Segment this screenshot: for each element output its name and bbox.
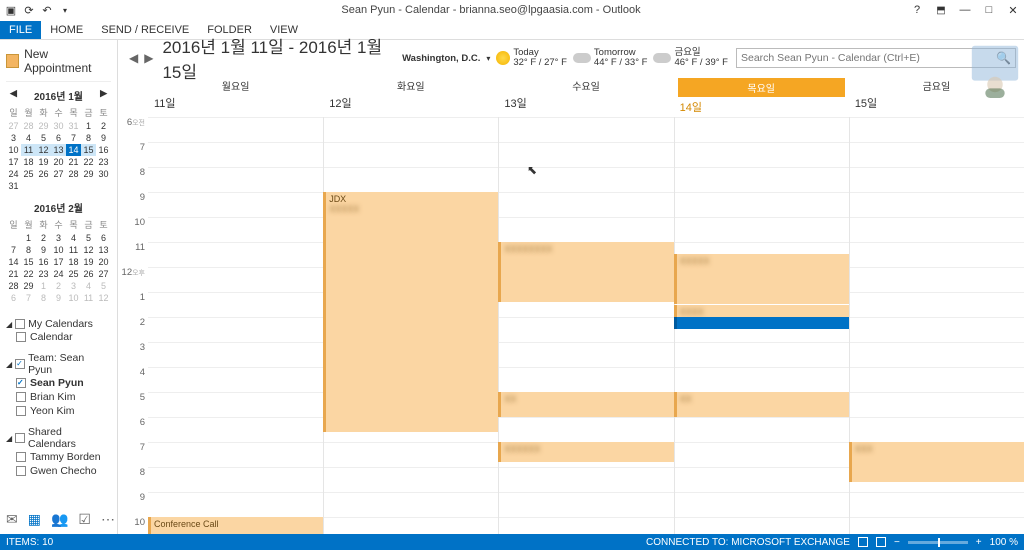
search-icon[interactable]: 🔍	[996, 51, 1011, 65]
event-item[interactable]: XX	[674, 392, 849, 417]
help-icon[interactable]: ?	[910, 3, 924, 17]
day-header-row: 월요일11일 화요일12일 수요일13일 목요일14일 금요일15일	[118, 76, 1024, 117]
zoom-level: 100 %	[990, 537, 1018, 548]
maximize-icon[interactable]: □	[982, 3, 996, 17]
minimize-icon[interactable]: ―	[958, 3, 972, 17]
event-conference-call[interactable]: Conference Call	[148, 517, 323, 534]
checkbox[interactable]	[16, 392, 26, 402]
event-item[interactable]: XXXXXXXX	[498, 242, 673, 302]
checkbox[interactable]	[15, 359, 25, 369]
mini-calendar-grid[interactable]: 일월화수목금토 123456 78910111213 1415161718192…	[6, 217, 111, 304]
group-shared[interactable]: ◢Shared Calendars	[6, 426, 111, 450]
mini-calendar-january: ◀ 2016년 1월 ▶ 일월화수목금토 272829303112 3456789 …	[6, 86, 111, 192]
cloud-icon	[653, 53, 671, 63]
nav-calendar-icon[interactable]: ▦	[28, 511, 41, 528]
zoom-in-icon[interactable]: +	[976, 537, 982, 548]
time-gutter: 6오전 789 1011 12오후 123 456 789 1011	[118, 117, 148, 534]
checkbox[interactable]	[15, 319, 25, 329]
appointment-icon	[6, 54, 19, 68]
search-box[interactable]: 🔍	[736, 48, 1016, 68]
calendar-item-gwen[interactable]: Gwen Checho	[6, 464, 111, 478]
status-items: ITEMS: 10	[6, 537, 53, 548]
new-appointment-label: New Appointment	[24, 47, 111, 75]
next-week-icon[interactable]: ▶	[141, 51, 156, 65]
prev-month-icon[interactable]: ◀	[10, 88, 17, 99]
calendar-item-sean[interactable]: Sean Pyun	[6, 376, 111, 390]
group-team[interactable]: ◢Team: Sean Pyun	[6, 352, 111, 376]
qat-undo-icon[interactable]: ↶	[40, 3, 54, 17]
outlook-icon: ▣	[4, 3, 18, 17]
group-my-calendars[interactable]: ◢My Calendars	[6, 318, 111, 330]
view-normal-icon[interactable]	[858, 537, 868, 547]
calendar-item-yeon[interactable]: Yeon Kim	[6, 404, 111, 418]
window-title: Sean Pyun - Calendar - brianna.seo@lpgaa…	[72, 4, 910, 16]
checkbox[interactable]	[16, 406, 26, 416]
tab-home[interactable]: HOME	[41, 21, 92, 39]
cloud-icon	[573, 53, 591, 63]
event-item[interactable]: XXXXX	[674, 254, 849, 304]
weather-bar[interactable]: Washington, D.C.▾ Today32° F / 27° F Tom…	[402, 48, 728, 69]
checkbox[interactable]	[16, 452, 26, 462]
sun-icon	[496, 51, 510, 65]
prev-week-icon[interactable]: ◀	[126, 51, 141, 65]
zoom-slider[interactable]	[908, 541, 968, 544]
calendar-grid[interactable]: Conference Call JDXXXXXX XXXXXXXX XX XXX…	[148, 117, 1024, 534]
calendar-item-brian[interactable]: Brian Kim	[6, 390, 111, 404]
month-label: 2016년 2월	[34, 204, 83, 215]
nav-tasks-icon[interactable]: ☑	[78, 511, 91, 528]
next-month-icon[interactable]: ▶	[100, 88, 107, 99]
nav-people-icon[interactable]: 👥	[51, 511, 68, 528]
event-item[interactable]: XXXX	[674, 305, 849, 317]
calendar-item-calendar[interactable]: Calendar	[6, 330, 111, 344]
calendar-item-tammy[interactable]: Tammy Borden	[6, 450, 111, 464]
close-icon[interactable]: ✕	[1006, 3, 1020, 17]
nav-more-icon[interactable]: ⋯	[101, 511, 115, 528]
tab-file[interactable]: FILE	[0, 21, 41, 39]
checkbox[interactable]	[15, 433, 25, 443]
weather-location: Washington, D.C.	[402, 53, 480, 64]
new-appointment-button[interactable]: New Appointment	[6, 44, 111, 82]
view-reading-icon[interactable]	[876, 537, 886, 547]
search-input[interactable]	[741, 52, 996, 64]
month-label: 2016년 1월	[34, 92, 83, 103]
nav-mail-icon[interactable]: ✉	[6, 511, 18, 528]
event-jdx[interactable]: JDXXXXXX	[323, 192, 498, 432]
mini-calendar-february: 2016년 2월 일월화수목금토 123456 78910111213 1415…	[6, 198, 111, 304]
status-connection: CONNECTED TO: MICROSOFT EXCHANGE	[646, 537, 850, 548]
event-item[interactable]: XXX	[849, 442, 1024, 482]
checkbox[interactable]	[16, 378, 26, 388]
event-item[interactable]: XX	[498, 392, 673, 417]
mini-calendar-grid[interactable]: 일월화수목금토 272829303112 3456789 10111213141…	[6, 105, 111, 192]
event-item[interactable]: XXXXXX	[498, 442, 673, 462]
checkbox[interactable]	[16, 332, 26, 342]
event-item-current[interactable]	[674, 317, 849, 329]
checkbox[interactable]	[16, 466, 26, 476]
zoom-out-icon[interactable]: −	[894, 537, 900, 548]
ribbon-collapse-icon[interactable]: ⬒	[934, 3, 948, 17]
qat-send-receive-icon[interactable]: ⟳	[22, 3, 36, 17]
status-bar: ITEMS: 10 CONNECTED TO: MICROSOFT EXCHAN…	[0, 534, 1024, 550]
qat-dropdown-icon[interactable]: ▾	[58, 3, 72, 17]
